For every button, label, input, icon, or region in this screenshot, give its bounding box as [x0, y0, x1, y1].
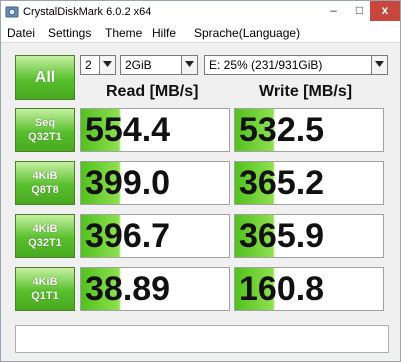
app-window: CrystalDiskMark 6.0.2 x64 – □ x Datei Se… — [0, 0, 401, 362]
chevron-down-icon[interactable] — [181, 56, 197, 74]
row-label-line2: Q32T1 — [28, 237, 62, 249]
write-column-header: Write [MB/s] — [259, 83, 353, 100]
menu-item-hilfe[interactable]: Hilfe — [152, 26, 176, 40]
chevron-down-icon[interactable] — [371, 56, 387, 74]
test-size-select[interactable]: 2GiB — [120, 55, 198, 75]
row-label-line1: 4KiB — [32, 223, 58, 235]
test-size-value: 2GiB — [125, 58, 152, 72]
chevron-down-icon[interactable] — [99, 56, 115, 74]
menu-item-settings[interactable]: Settings — [48, 26, 91, 40]
drive-value: E: 25% (231/931GiB) — [209, 58, 323, 72]
seq-q32t1-write-value: 532.5 — [234, 108, 384, 152]
menu-item-datei[interactable]: Datei — [7, 26, 35, 40]
minimize-button[interactable]: – — [320, 1, 347, 21]
4kib-q32t1-read-value: 396.7 — [80, 214, 230, 258]
drive-select[interactable]: E: 25% (231/931GiB) — [204, 55, 388, 75]
row-label-line2: Q32T1 — [28, 131, 62, 143]
row-label-line1: 4KiB — [32, 276, 58, 288]
app-disk-icon — [5, 6, 19, 18]
row-label-line2: Q8T8 — [31, 184, 59, 196]
all-button[interactable]: All — [15, 55, 75, 100]
close-button[interactable]: x — [370, 1, 400, 21]
4kib-q1t1-button[interactable]: 4KiB Q1T1 — [15, 267, 75, 311]
4kib-q8t8-write-value: 365.2 — [234, 161, 384, 205]
menu-bar: Datei Settings Theme Hilfe Sprache(Langu… — [1, 23, 400, 43]
title-bar: CrystalDiskMark 6.0.2 x64 – □ x — [1, 1, 400, 23]
menu-item-theme[interactable]: Theme — [105, 26, 142, 40]
test-count-select[interactable]: 2 — [80, 55, 116, 75]
4kib-q32t1-write-value: 365.9 — [234, 214, 384, 258]
row-label-line1: Seq — [34, 117, 56, 129]
seq-q32t1-read-value: 554.4 — [80, 108, 230, 152]
4kib-q1t1-write-value: 160.8 — [234, 267, 384, 311]
4kib-q8t8-button[interactable]: 4KiB Q8T8 — [15, 161, 75, 205]
4kib-q1t1-read-value: 38.89 — [80, 267, 230, 311]
comment-field[interactable] — [15, 325, 389, 353]
read-column-header: Read [MB/s] — [106, 83, 199, 100]
seq-q32t1-button[interactable]: Seq Q32T1 — [15, 108, 75, 152]
menu-item-language[interactable]: Sprache(Language) — [194, 26, 300, 40]
test-count-value: 2 — [85, 58, 92, 72]
row-label-line1: 4KiB — [32, 170, 58, 182]
row-label-line2: Q1T1 — [31, 290, 59, 302]
4kib-q32t1-button[interactable]: 4KiB Q32T1 — [15, 214, 75, 258]
4kib-q8t8-read-value: 399.0 — [80, 161, 230, 205]
window-title: CrystalDiskMark 6.0.2 x64 — [23, 6, 152, 18]
maximize-button[interactable]: □ — [346, 1, 373, 21]
